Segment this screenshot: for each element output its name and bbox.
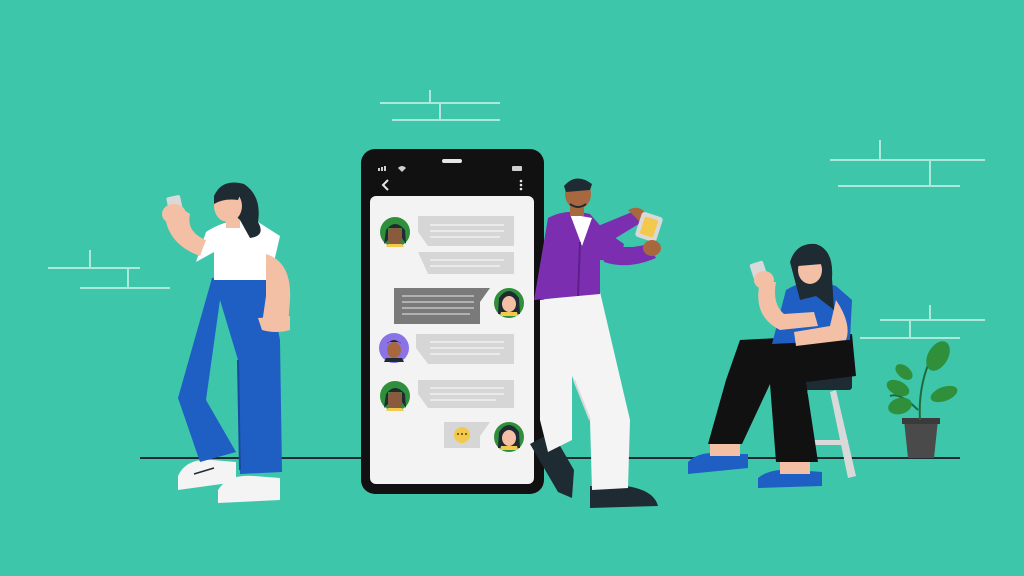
- more-vert-icon[interactable]: [519, 179, 523, 191]
- battery-icon: [512, 166, 522, 171]
- message-row: [380, 380, 514, 411]
- message-row: [379, 333, 514, 364]
- chat-bubble: [394, 288, 490, 324]
- chat-bubble: [416, 334, 514, 364]
- illustration-scene: [0, 0, 1024, 576]
- phone-notch: [442, 159, 462, 163]
- chat-bubble: [418, 252, 514, 274]
- chat-phone: [361, 149, 544, 494]
